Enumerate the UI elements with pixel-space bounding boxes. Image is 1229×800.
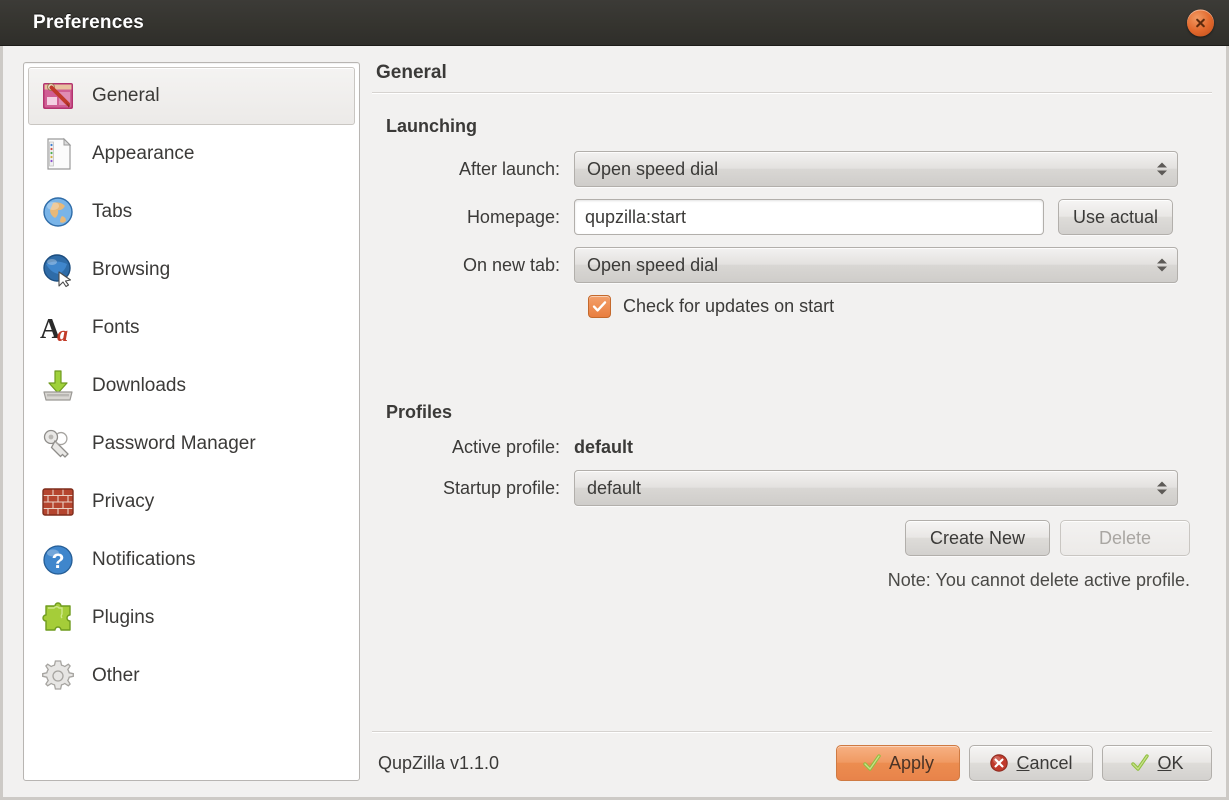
use-actual-button[interactable]: Use actual <box>1058 199 1174 235</box>
active-profile-value: default <box>574 437 634 457</box>
ok-button[interactable]: OK <box>1102 745 1212 781</box>
chevron-updown-icon <box>1157 162 1167 176</box>
page-title: General <box>376 62 447 83</box>
sidebar-item-label: Password Manager <box>92 433 256 454</box>
on-new-tab-label: On new tab: <box>462 254 560 275</box>
startup-profile-row: Startup profile: default <box>372 470 1212 506</box>
downloads-arrow-icon <box>38 366 78 406</box>
after-launch-label: After launch: <box>458 158 560 179</box>
sidebar-item-label: Privacy <box>92 491 155 512</box>
homepage-label: Homepage: <box>466 206 560 227</box>
sidebar-item-password-manager[interactable]: Password Manager <box>28 415 355 473</box>
check-updates-checkbox[interactable] <box>588 295 611 318</box>
cancel-x-icon <box>990 754 1009 772</box>
sidebar-item-general[interactable]: General <box>28 67 355 125</box>
check-updates-row[interactable]: Check for updates on start <box>588 295 1212 318</box>
launching-group-title: Launching <box>386 116 477 136</box>
preferences-main-panel: General Launching After launch: Open spe… <box>360 46 1226 797</box>
homepage-input[interactable] <box>574 199 1044 235</box>
dialog-body: General Appearance Tabs Browsing A a Fon… <box>0 46 1229 800</box>
create-new-profile-button[interactable]: Create New <box>905 520 1050 556</box>
homepage-row: Homepage: Use actual <box>372 199 1212 235</box>
startup-profile-label: Startup profile: <box>442 477 560 498</box>
sidebar-item-browsing[interactable]: Browsing <box>28 241 355 299</box>
firewall-brick-icon <box>38 482 78 522</box>
appearance-document-icon <box>38 134 78 174</box>
after-launch-select[interactable]: Open speed dial <box>574 151 1178 187</box>
sidebar-item-label: General <box>92 85 160 106</box>
sidebar-item-tabs[interactable]: Tabs <box>28 183 355 241</box>
apply-label: Apply <box>888 752 935 773</box>
puzzle-piece-icon <box>38 598 78 638</box>
sidebar-item-downloads[interactable]: Downloads <box>28 357 355 415</box>
after-launch-row: After launch: Open speed dial <box>372 151 1212 187</box>
active-profile-label: Active profile: <box>451 437 560 457</box>
active-profile-row: Active profile: default <box>372 437 1212 458</box>
profiles-group-title: Profiles <box>386 402 453 422</box>
cancel-button[interactable]: Cancel <box>969 745 1093 781</box>
general-settings-content: Launching After launch: Open speed dial … <box>372 94 1212 731</box>
dialog-button-bar: QupZilla v1.1.0 Apply Cancel OK <box>372 733 1212 797</box>
globe-cursor-icon <box>38 250 78 290</box>
close-glyph <box>1196 18 1205 27</box>
sidebar-item-appearance[interactable]: Appearance <box>28 125 355 183</box>
preferences-dialog: Preferences General Appearance Tabs Brow… <box>0 0 1229 800</box>
sidebar-item-label: Browsing <box>92 259 171 280</box>
sidebar-item-label: Other <box>92 665 140 686</box>
sidebar-item-notifications[interactable]: ? Notifications <box>28 531 355 589</box>
on-new-tab-value: Open speed dial <box>587 254 719 275</box>
startup-profile-value: default <box>587 477 642 498</box>
sidebar-item-label: Tabs <box>92 201 133 222</box>
startup-profile-select[interactable]: default <box>574 470 1178 506</box>
chevron-updown-icon <box>1157 258 1167 272</box>
apply-button[interactable]: Apply <box>836 745 960 781</box>
gear-icon <box>38 656 78 696</box>
dialog-actions: Apply Cancel OK <box>836 745 1212 781</box>
keys-icon <box>38 424 78 464</box>
svg-text:a: a <box>57 321 68 346</box>
sidebar-item-label: Plugins <box>92 607 155 628</box>
ok-label: OK <box>1157 752 1184 773</box>
checkmark-icon <box>863 754 881 771</box>
delete-profile-button[interactable]: Delete <box>1060 520 1190 556</box>
sidebar-item-label: Downloads <box>92 375 186 396</box>
globe-tabs-icon <box>38 192 78 232</box>
checkmark-icon <box>1131 754 1150 771</box>
svg-text:?: ? <box>52 550 65 573</box>
sidebar-item-other[interactable]: Other <box>28 647 355 705</box>
preferences-sidebar[interactable]: General Appearance Tabs Browsing A a Fon… <box>23 62 360 781</box>
sidebar-item-fonts[interactable]: A a Fonts <box>28 299 355 357</box>
on-new-tab-row: On new tab: Open speed dial <box>372 247 1212 283</box>
check-updates-label: Check for updates on start <box>623 296 835 316</box>
cancel-label: Cancel <box>1016 752 1073 773</box>
on-new-tab-select[interactable]: Open speed dial <box>574 247 1178 283</box>
sidebar-item-label: Appearance <box>92 143 195 164</box>
sidebar-item-label: Fonts <box>92 317 140 338</box>
sidebar-item-plugins[interactable]: Plugins <box>28 589 355 647</box>
close-icon[interactable] <box>1187 9 1214 36</box>
fonts-aa-icon: A a <box>38 308 78 348</box>
titlebar: Preferences <box>0 0 1229 46</box>
after-launch-value: Open speed dial <box>587 158 719 179</box>
checkmark-icon <box>592 301 607 312</box>
profile-note: Note: You cannot delete active profile. <box>887 570 1190 590</box>
general-preferences-icon <box>38 76 78 116</box>
sidebar-item-privacy[interactable]: Privacy <box>28 473 355 531</box>
sidebar-item-label: Notifications <box>92 549 196 570</box>
chevron-updown-icon <box>1157 481 1167 495</box>
profile-actions-row: Create New Delete <box>372 520 1212 556</box>
question-bubble-icon: ? <box>38 540 78 580</box>
app-version-label: QupZilla v1.1.0 <box>378 752 500 773</box>
window-title: Preferences <box>33 11 144 33</box>
